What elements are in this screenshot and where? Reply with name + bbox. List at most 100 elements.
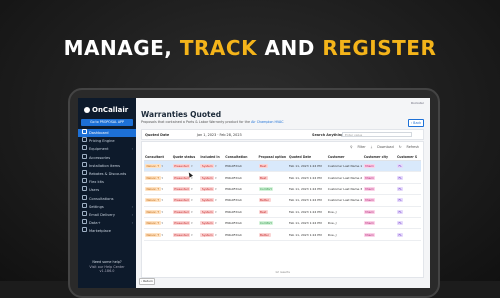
headline: MANAGE, TRACK AND REGISTER <box>0 36 500 60</box>
included-value: System <box>200 232 215 237</box>
sidebar-item-equipment[interactable]: Equipment › <box>78 145 136 153</box>
sidebar-item-pricing-engine[interactable]: Pricing Engine <box>78 137 136 145</box>
app-version: v1.186.0 <box>99 269 115 273</box>
city-value: Miami <box>363 209 376 214</box>
subtitle-link[interactable]: Air Champion HVAC <box>251 120 283 124</box>
table-body: Nelson T ▾ Presented ▾ System ▾ ENG0FXG4 Bes… <box>144 160 421 241</box>
state-value: FL <box>397 175 404 180</box>
nav-icon <box>82 219 87 225</box>
option-value: Better <box>258 198 271 203</box>
table-row[interactable]: Nelson T ▾ Presented ▾ System ▾ ENG0FXG4 Bet… <box>144 228 421 241</box>
cell-customer: Doe, J <box>326 228 363 241</box>
consultation-value: ENG0FXG4 <box>225 186 242 191</box>
chevron-down-icon: ▾ <box>214 209 217 214</box>
back-button[interactable]: ‹ Back <box>408 119 424 127</box>
cell-date: Feb 11, 2023 1:24 PM <box>288 171 327 184</box>
consultant-value: Nelson T <box>145 221 161 226</box>
cell-consultant: Nelson T ▾ <box>144 217 172 230</box>
table-row[interactable]: Nelson T ▾ Presented ▾ System ▾ ENG0FXG4 Com… <box>144 217 421 230</box>
app-logo[interactable]: OnCallair <box>84 106 128 114</box>
sidebar-item-users[interactable]: Users <box>78 186 136 194</box>
user-menu[interactable]: Rockstar <box>411 101 424 105</box>
state-value: FL <box>397 198 404 203</box>
column-header[interactable]: Customer city <box>362 153 396 161</box>
sidebar-item-installation-items[interactable]: Installation items <box>78 161 136 170</box>
cell-city: Miami <box>362 183 396 196</box>
table-row[interactable]: Nelson T ▾ Presented ▾ System ▾ ENG0FXG4 Bet… <box>144 194 421 207</box>
sidebar-item-label: Settings <box>89 204 104 209</box>
state-value: FL <box>397 221 404 226</box>
cell-consultant: Nelson T ▾ <box>144 194 172 207</box>
chevron-down-icon: ▾ <box>190 232 193 237</box>
results-count: 12 results <box>275 270 290 274</box>
cell-included: System ▾ <box>199 228 225 241</box>
filter-bar: Quoted Date Jan 1, 2023 · Feb 28, 2023 S… <box>141 129 424 140</box>
table-row[interactable]: Nelson T ▾ Presented ▾ System ▾ ENG0FXG4 Bes… <box>144 206 421 218</box>
cell-option: Best <box>257 206 288 218</box>
main-content: Rockstar Warranties Quoted Proposals tha… <box>136 98 430 288</box>
sidebar-item-flex-kits[interactable]: Flex kits <box>78 178 136 186</box>
option-value: Best <box>258 209 268 214</box>
chevron-down-icon: ▾ <box>190 164 193 169</box>
chevron-down-icon: ▾ <box>214 175 217 180</box>
column-header[interactable]: Quoted Date <box>288 153 327 161</box>
table-row[interactable]: Nelson T ▾ Presented ▾ System ▾ ENG0FXG4 Com… <box>144 183 421 196</box>
logo-icon <box>84 107 90 113</box>
city-value: Miami <box>363 221 376 226</box>
cell-city: Miami <box>362 171 396 184</box>
table-actions: ⚲ Filter ⤓ Download ↻ Refresh <box>346 145 419 149</box>
consultant-value: Nelson T <box>145 232 161 237</box>
sidebar-item-label: Rebates & Discounts <box>89 171 127 176</box>
cell-status: Presented ▾ <box>171 183 200 196</box>
sidebar-item-settings[interactable]: Settings › <box>78 202 136 211</box>
column-header[interactable]: Customer S <box>396 153 421 161</box>
cell-customer: Customer Last Name 1 <box>326 160 363 173</box>
sidebar-item-label: Installation items <box>89 163 121 168</box>
column-header[interactable]: Customer <box>326 153 363 161</box>
cell-consultation: ENG0FXG4 <box>224 194 258 207</box>
sidebar-item-email-delivery[interactable]: Email Delivery › <box>78 210 136 219</box>
headline-part-2: TRACK <box>179 36 258 60</box>
customer-value: Customer Last Name 2 <box>327 175 363 180</box>
status-value: Presented <box>172 164 191 169</box>
cell-state: FL <box>396 171 421 184</box>
sidebar-nav: Dashboard Pricing Engine Equipment › Accesso… <box>78 129 136 235</box>
table-row[interactable]: Nelson T ▾ Presented ▾ System ▾ ENG0FXG4 Bes… <box>144 160 421 173</box>
proposal-app-button[interactable]: Go to PROPOSAL APP <box>81 119 133 126</box>
column-header[interactable]: Consultation <box>224 153 258 161</box>
sidebar-item-consultations[interactable]: Consultations <box>78 194 136 203</box>
date-value: Feb 11, 2023 1:24 PM <box>289 198 322 203</box>
chevron-right-icon: › <box>131 204 133 209</box>
cell-included: System ▾ <box>199 183 225 196</box>
column-header[interactable]: Quote status <box>171 153 200 161</box>
column-header[interactable]: Included in <box>199 153 225 161</box>
date-value: Feb 11, 2023 1:24 PM <box>289 221 322 226</box>
status-value: Presented <box>172 221 191 226</box>
cell-consultant: Nelson T ▾ <box>144 206 172 218</box>
column-header[interactable]: Consultant <box>144 153 172 161</box>
search-input[interactable]: Enter value <box>342 131 412 137</box>
refresh-button[interactable]: ↻ Refresh <box>399 145 419 149</box>
quoted-date-picker[interactable]: Jan 1, 2023 · Feb 28, 2023 <box>197 133 242 137</box>
sidebar-item-dashboard[interactable]: Dashboard <box>78 129 136 138</box>
cell-consultation: ENG0FXG4 <box>224 183 258 196</box>
chevron-down-icon: ▾ <box>214 232 217 237</box>
table-row[interactable]: Nelson T ▾ Presented ▾ System ▾ ENG0FXG4 Bes… <box>144 171 421 184</box>
chevron-down-icon: ▾ <box>214 186 217 191</box>
nav-icon <box>82 194 87 200</box>
return-button[interactable]: ‹ Return <box>139 278 155 285</box>
option-value: Comfort <box>258 186 274 191</box>
sidebar-item-marketplace[interactable]: Marketplace <box>78 227 136 235</box>
sidebar-item-rebates-discounts[interactable]: Rebates & Discounts <box>78 169 136 178</box>
filter-button[interactable]: ⚲ Filter <box>350 145 366 149</box>
cell-status: Presented ▾ <box>171 194 200 207</box>
cell-included: System ▾ <box>199 171 225 184</box>
sidebar-item-data-[interactable]: Data+ › <box>78 219 136 227</box>
column-header[interactable]: Proposal option <box>257 153 288 161</box>
download-button[interactable]: ⤓ Download <box>371 145 394 149</box>
sidebar-item-accessories[interactable]: Accessories <box>78 153 136 162</box>
city-value: Miami <box>363 186 376 191</box>
chevron-down-icon: ▾ <box>160 175 164 180</box>
chevron-down-icon: ▾ <box>214 164 217 169</box>
customer-value: Doe, J <box>327 232 337 237</box>
